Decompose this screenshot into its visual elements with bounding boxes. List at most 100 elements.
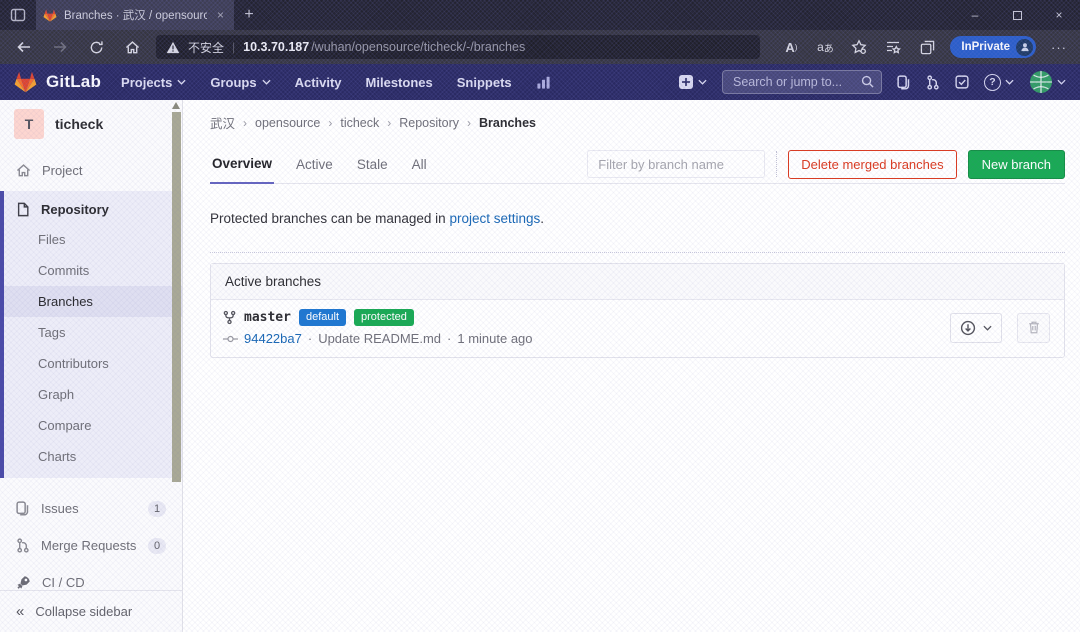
project-context[interactable]: T ticheck — [0, 100, 182, 145]
active-branches-panel: Active branches master default protected — [210, 263, 1065, 358]
commit-sha-link[interactable]: 94422ba7 — [244, 331, 302, 346]
address-bar[interactable]: 不安全 | 10.3.70.187 /wuhan/opensource/tich… — [156, 35, 760, 59]
security-warning-label[interactable]: 不安全 — [188, 39, 224, 56]
mr-count-badge: 0 — [148, 538, 166, 554]
merge-requests-nav-icon[interactable] — [926, 75, 940, 90]
todos-nav-icon[interactable] — [955, 75, 969, 89]
minimize-button[interactable]: – — [954, 0, 996, 30]
delete-merged-branches-button[interactable]: Delete merged branches — [788, 150, 956, 179]
menu-snippets[interactable]: Snippets — [457, 75, 512, 90]
document-icon — [16, 202, 30, 217]
issues-count-badge: 1 — [148, 501, 166, 517]
more-options-icon[interactable]: ··· — [1044, 32, 1074, 62]
sidebar-scrollbar-arrow[interactable] — [172, 102, 180, 109]
home-icon — [16, 163, 31, 178]
download-artifacts-button[interactable] — [950, 313, 1002, 343]
breadcrumb-group[interactable]: 武汉 — [210, 113, 235, 132]
sidebar-section-repository: Repository Files Commits Branches Tags C… — [0, 191, 182, 478]
help-menu[interactable]: ? — [984, 74, 1014, 91]
inprivate-badge[interactable]: InPrivate — [950, 36, 1036, 58]
sidebar-item-repository[interactable]: Repository — [4, 194, 182, 224]
default-badge: default — [299, 309, 346, 326]
branch-info: master default protected 94422ba7 · Upda… — [223, 309, 533, 346]
sidebar-item-files[interactable]: Files — [4, 224, 182, 255]
project-name: ticheck — [55, 116, 103, 132]
tab-close-icon[interactable]: × — [214, 8, 227, 22]
sidebar-item-tags[interactable]: Tags — [4, 317, 182, 348]
panel-header: Active branches — [211, 264, 1064, 300]
tab-stale[interactable]: Stale — [355, 145, 390, 184]
trash-icon — [1027, 320, 1041, 335]
project-avatar: T — [14, 109, 44, 139]
gitlab-brand[interactable]: GitLab — [14, 71, 101, 93]
commit-time: 1 minute ago — [457, 331, 532, 346]
gitlab-navbar: GitLab Projects Groups Activity Mileston… — [0, 64, 1080, 100]
tab-overview[interactable]: Overview — [210, 145, 274, 184]
sidebar-item-commits[interactable]: Commits — [4, 255, 182, 286]
chevron-down-icon — [1057, 79, 1066, 85]
new-menu-button[interactable] — [678, 74, 707, 90]
sidebar-item-branches[interactable]: Branches — [4, 286, 182, 317]
user-menu[interactable] — [1029, 70, 1066, 94]
translate-icon[interactable]: aあ — [810, 32, 840, 62]
read-aloud-icon[interactable]: A) — [776, 32, 806, 62]
sidebar-item-project[interactable]: Project — [0, 155, 182, 185]
collapse-sidebar-button[interactable]: « Collapse sidebar — [0, 590, 182, 632]
refresh-icon[interactable] — [78, 32, 114, 62]
commit-icon — [223, 334, 238, 344]
workspaces-icon[interactable] — [0, 0, 36, 30]
new-branch-button[interactable]: New branch — [968, 150, 1065, 179]
breadcrumb-branches: Branches — [479, 116, 536, 130]
maximize-button[interactable] — [996, 0, 1038, 30]
rocket-icon — [16, 575, 31, 590]
gitlab-menu: Projects Groups Activity Milestones Snip… — [121, 75, 551, 90]
search-input[interactable] — [722, 70, 882, 94]
branch-actions: Delete merged branches New branch — [587, 150, 1065, 179]
sidebar-item-contributors[interactable]: Contributors — [4, 348, 182, 379]
gitlab-brand-name[interactable]: GitLab — [46, 72, 101, 92]
browser-tab[interactable]: Branches · 武汉 / opensource / t × — [36, 0, 234, 30]
charts-nav-icon[interactable] — [536, 75, 551, 90]
favorites-list-icon[interactable] — [878, 32, 908, 62]
protected-branches-note: Protected branches can be managed in pro… — [210, 211, 1065, 226]
project-settings-link[interactable]: project settings — [449, 211, 540, 226]
gitlab-nav-right: ? — [678, 70, 1066, 94]
sidebar-item-merge-requests[interactable]: Merge Requests 0 — [0, 527, 182, 564]
inprivate-label: InPrivate — [961, 41, 1010, 53]
menu-activity[interactable]: Activity — [295, 75, 342, 90]
menu-projects[interactable]: Projects — [121, 75, 186, 90]
collapse-chevrons-icon: « — [16, 603, 24, 620]
breadcrumb-repository[interactable]: Repository — [399, 116, 459, 130]
plus-square-icon — [678, 74, 694, 90]
url-path: /wuhan/opensource/ticheck/-/branches — [311, 40, 525, 54]
chevron-down-icon — [262, 79, 271, 85]
menu-groups[interactable]: Groups — [210, 75, 270, 90]
close-button[interactable]: × — [1038, 0, 1080, 30]
chevron-down-icon — [1005, 79, 1014, 85]
tab-all[interactable]: All — [410, 145, 429, 184]
breadcrumb-subgroup[interactable]: opensource — [255, 116, 320, 130]
home-icon[interactable] — [114, 32, 150, 62]
collections-icon[interactable] — [912, 32, 942, 62]
tab-active[interactable]: Active — [294, 145, 335, 184]
branch-name[interactable]: master — [244, 310, 291, 325]
security-warning-icon[interactable] — [166, 41, 180, 54]
address-divider: | — [232, 40, 235, 54]
sidebar-item-compare[interactable]: Compare — [4, 410, 182, 441]
project-sidebar: T ticheck Project Repository Files Commi… — [0, 100, 183, 632]
sidebar-item-issues[interactable]: Issues 1 — [0, 490, 182, 527]
sidebar-item-charts[interactable]: Charts — [4, 441, 182, 472]
back-icon[interactable] — [6, 32, 42, 62]
sidebar-item-graph[interactable]: Graph — [4, 379, 182, 410]
forward-icon — [42, 32, 78, 62]
filter-branch-input[interactable] — [587, 150, 765, 178]
browser-toolbar: 不安全 | 10.3.70.187 /wuhan/opensource/tich… — [0, 30, 1080, 64]
new-tab-button[interactable]: + — [234, 0, 264, 30]
branch-row-actions — [950, 313, 1054, 343]
menu-milestones[interactable]: Milestones — [366, 75, 433, 90]
sidebar-scrollbar-thumb[interactable] — [172, 112, 181, 482]
help-icon: ? — [984, 74, 1001, 91]
issues-nav-icon[interactable] — [897, 75, 911, 90]
breadcrumb-project[interactable]: ticheck — [340, 116, 379, 130]
add-favorite-icon[interactable] — [844, 32, 874, 62]
